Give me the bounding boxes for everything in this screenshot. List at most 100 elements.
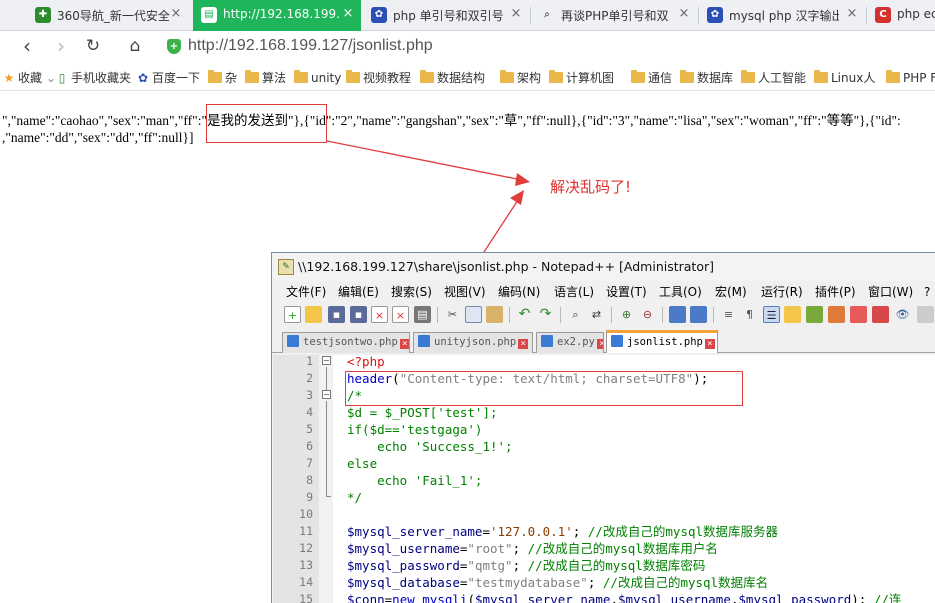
- menu-language[interactable]: 语言(L): [554, 283, 594, 301]
- code-text: $mysql_password="qmtg"; //改成自己的mysql数据库密…: [347, 558, 706, 573]
- menu-search[interactable]: 搜索(S): [391, 283, 432, 301]
- menu-macro[interactable]: 宏(M): [715, 283, 747, 301]
- zoom-out-icon[interactable]: ⊖: [639, 306, 656, 323]
- window-title: \\192.168.199.127\share\jsonlist.php - N…: [298, 259, 714, 274]
- code-line: 11 $mysql_server_name='127.0.0.1'; //改成自己…: [273, 523, 935, 540]
- line-number: 10: [299, 507, 313, 521]
- code-text: else: [347, 456, 378, 471]
- open-folder-icon[interactable]: [305, 306, 322, 323]
- file-tab-testjsontwo[interactable]: testjsontwo.php ×: [282, 332, 410, 353]
- paste-icon[interactable]: [486, 306, 503, 323]
- menu-settings[interactable]: 设置(T): [606, 283, 647, 301]
- code-text: $mysql_server_name='127.0.0.1'; //改成自己的m…: [347, 524, 779, 539]
- line-number: 1: [306, 355, 313, 368]
- sync-horizontal-icon[interactable]: [690, 306, 707, 323]
- code-line: 9 */: [273, 489, 935, 506]
- print-icon[interactable]: ▤: [414, 306, 431, 323]
- code-text: $mysql_database="testmydatabase"; //改成自己…: [347, 575, 769, 590]
- toolbar-separator: [662, 307, 663, 323]
- code-text: $mysql_username="root"; //改成自己的mysql数据库用…: [347, 541, 718, 556]
- function-list-icon[interactable]: [806, 306, 823, 323]
- notepad-menu-bar: 文件(F) 编辑(E) 搜索(S) 视图(V) 编码(N) 语言(L) 设置(T…: [272, 283, 935, 301]
- monitoring-icon[interactable]: 👁: [894, 306, 911, 323]
- file-icon: [418, 335, 430, 347]
- menu-view[interactable]: 视图(V): [444, 283, 486, 301]
- line-number: 9: [306, 490, 313, 504]
- notepad-title-bar: ✎ \\192.168.199.127\share\jsonlist.php -…: [272, 253, 935, 281]
- arrow-line-to-annotation: [326, 140, 523, 181]
- line-number: 4: [306, 405, 313, 419]
- file-tab-label: jsonlist.php: [627, 336, 703, 348]
- annotation-text: 解决乱码了!: [550, 178, 632, 196]
- code-line: 6 echo 'Success_1!';: [273, 438, 935, 455]
- fold-toggle-icon[interactable]: −: [322, 390, 331, 399]
- code-line: 8 echo 'Fail_1';: [273, 472, 935, 489]
- arrow-head-icon: [510, 190, 524, 205]
- code-line: 7 else: [273, 455, 935, 472]
- code-text: $d = $_POST['test'];: [347, 405, 498, 420]
- file-icon: [611, 335, 623, 347]
- code-line: 13 $mysql_password="qmtg"; //改成自己的mysql数据…: [273, 557, 935, 574]
- indent-guide-icon[interactable]: ☰: [763, 306, 780, 323]
- close-icon[interactable]: ×: [704, 339, 715, 349]
- folder-workspace-icon[interactable]: [850, 306, 867, 323]
- file-icon: [287, 335, 299, 347]
- line-number: 12: [299, 541, 313, 555]
- file-tab-jsonlist[interactable]: jsonlist.php ×: [606, 330, 718, 353]
- code-text: echo 'Fail_1';: [347, 473, 483, 488]
- line-number: 15: [299, 592, 313, 603]
- notepad-toolbar: + ▪ ▪ × × ▤ ✂ ↶ ↷ ⌕ ⇄ ⊕ ⊖ ≡ ¶ ☰ 👁: [272, 303, 935, 327]
- menu-edit[interactable]: 编辑(E): [338, 283, 379, 301]
- notepad-file-tabs: testjsontwo.php× unityjson.php× ex2.py× …: [272, 329, 935, 353]
- screen: ✚ 360导航_新一代安全 × ▤ http://192.168.199.1 ×…: [0, 0, 935, 603]
- file-tab-ex2[interactable]: ex2.py×: [536, 332, 604, 353]
- line-number: 5: [306, 422, 313, 436]
- close-icon[interactable]: ×: [596, 339, 603, 349]
- document-map-icon[interactable]: [828, 306, 845, 323]
- fold-toggle-icon[interactable]: −: [322, 356, 331, 365]
- file-tab-label: unityjson.php: [434, 336, 517, 348]
- menu-plugins[interactable]: 插件(P): [815, 283, 856, 301]
- zoom-in-icon[interactable]: ⊕: [618, 306, 635, 323]
- code-line: 5 if($d=='testgaga'): [273, 421, 935, 438]
- close-all-icon[interactable]: ×: [392, 306, 409, 323]
- sync-vertical-icon[interactable]: [669, 306, 686, 323]
- line-number: 13: [299, 558, 313, 572]
- menu-encoding[interactable]: 编码(N): [498, 283, 540, 301]
- replace-icon[interactable]: ⇄: [588, 306, 605, 323]
- word-wrap-icon[interactable]: ≡: [720, 306, 737, 323]
- line-number: 7: [306, 456, 313, 470]
- line-number: 3: [306, 388, 313, 402]
- arrow-head-icon: [515, 173, 530, 186]
- toolbar-separator: [560, 307, 561, 323]
- cut-icon[interactable]: ✂: [444, 306, 461, 323]
- more-tools-icon[interactable]: [917, 306, 934, 323]
- show-all-chars-icon[interactable]: ¶: [741, 306, 758, 323]
- file-tab-unityjson[interactable]: unityjson.php ×: [413, 332, 533, 353]
- undo-icon[interactable]: ↶: [516, 306, 533, 323]
- menu-file[interactable]: 文件(F): [286, 283, 326, 301]
- code-editor[interactable]: 1− <?php 2 header("Content-type: text/html;…: [273, 355, 935, 603]
- copy-icon[interactable]: [465, 306, 482, 323]
- save-all-icon[interactable]: ▪: [350, 306, 367, 323]
- code-line: 10: [273, 506, 935, 523]
- save-icon[interactable]: ▪: [328, 306, 345, 323]
- close-icon[interactable]: ×: [518, 339, 529, 349]
- line-number: 2: [306, 371, 313, 385]
- notepad-window: ✎ \\192.168.199.127\share\jsonlist.php -…: [271, 252, 935, 603]
- find-icon[interactable]: ⌕: [567, 306, 584, 323]
- menu-window[interactable]: 窗口(W): [868, 283, 913, 301]
- close-file-icon[interactable]: ×: [371, 306, 388, 323]
- menu-help[interactable]: ?: [924, 283, 930, 301]
- language-icon[interactable]: [784, 306, 801, 323]
- close-icon[interactable]: ×: [399, 339, 409, 349]
- menu-tools[interactable]: 工具(O): [659, 283, 702, 301]
- line-number: 11: [299, 524, 313, 538]
- new-file-icon[interactable]: +: [284, 306, 301, 323]
- code-text: */: [347, 490, 363, 505]
- code-text: <?php: [347, 355, 385, 369]
- record-macro-icon[interactable]: [872, 306, 889, 323]
- toolbar-separator: [611, 307, 612, 323]
- menu-run[interactable]: 运行(R): [761, 283, 803, 301]
- redo-icon[interactable]: ↷: [537, 306, 554, 323]
